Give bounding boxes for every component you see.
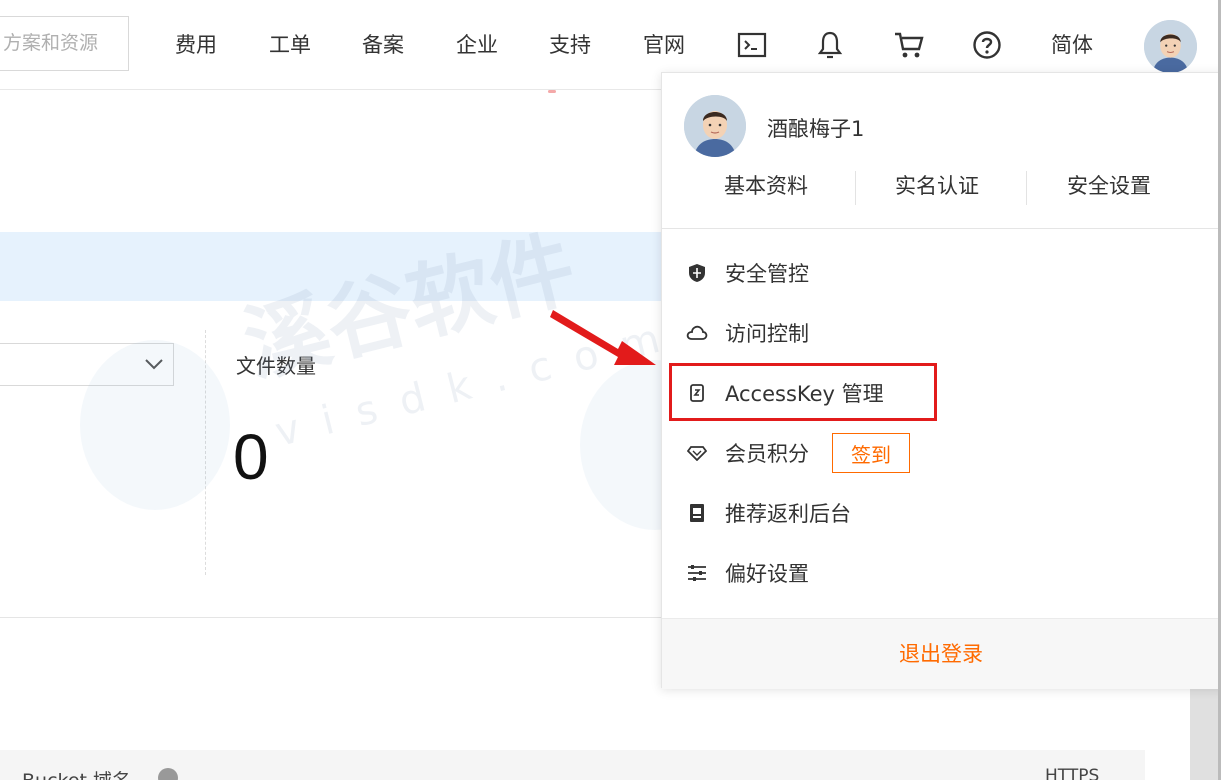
shield-icon [686, 262, 708, 284]
username: 酒酿梅子1 [767, 117, 865, 141]
watermark-logo [80, 340, 230, 510]
menu-item-label: 访问控制 [725, 322, 809, 346]
annotation-arrow [550, 310, 656, 365]
bucket-domain-header: Bucket 域名 [22, 766, 131, 780]
basic-info-link[interactable]: 基本资料 [724, 171, 808, 201]
account-links: 基本资料 实名认证 安全设置 [662, 171, 1221, 207]
security-settings-link[interactable]: 安全设置 [1067, 171, 1151, 201]
diamond-icon [686, 442, 708, 464]
cloud-icon [686, 322, 708, 344]
nav-item-enterprise[interactable]: 企业 [456, 30, 498, 60]
menu-item-security-control[interactable]: 安全管控 [686, 253, 1186, 293]
decorative-dot [548, 90, 556, 93]
real-name-verification-link[interactable]: 实名认证 [895, 171, 979, 201]
menu-item-label: 安全管控 [725, 262, 809, 286]
language-switch[interactable]: 简体 [1051, 30, 1093, 60]
user-avatar[interactable] [1144, 20, 1197, 73]
divider [662, 228, 1221, 229]
menu-item-label: 推荐返利后台 [725, 502, 851, 526]
cart-icon[interactable] [892, 28, 926, 62]
help-icon[interactable] [970, 28, 1004, 62]
file-count-value: 0 [233, 421, 269, 493]
info-banner [0, 232, 662, 301]
menu-item-member-points[interactable]: 会员积分 签到 [686, 433, 1186, 473]
https-header: HTTPS [1045, 766, 1100, 780]
scrollbar[interactable] [1190, 685, 1221, 780]
terminal-icon[interactable] [735, 28, 769, 62]
divider [1026, 171, 1027, 205]
bell-icon[interactable] [813, 28, 847, 62]
nav-item-billing[interactable]: 费用 [175, 30, 217, 60]
logout-button[interactable]: 退出登录 [662, 619, 1220, 690]
nav-item-official-site[interactable]: 官网 [643, 30, 685, 60]
sliders-icon [686, 562, 708, 584]
sign-in-button[interactable]: 签到 [832, 433, 910, 473]
dropdown-footer: 退出登录 [662, 618, 1221, 689]
highlight-box [669, 363, 937, 421]
nav-item-tickets[interactable]: 工单 [269, 30, 311, 60]
menu-item-label: 偏好设置 [725, 562, 809, 586]
divider [0, 617, 662, 618]
menu-item-referral-backend[interactable]: 推荐返利后台 [686, 493, 1186, 533]
nav-item-icp-filing[interactable]: 备案 [362, 30, 404, 60]
search-input[interactable]: 方案和资源 [0, 16, 129, 71]
document-icon [686, 502, 708, 524]
nav-item-support[interactable]: 支持 [549, 30, 591, 60]
file-count-label: 文件数量 [236, 354, 316, 378]
menu-item-label: 会员积分 [725, 442, 809, 466]
menu-item-access-control[interactable]: 访问控制 [686, 313, 1186, 353]
menu-item-preferences[interactable]: 偏好设置 [686, 553, 1186, 593]
divider [855, 171, 856, 205]
avatar [684, 95, 746, 157]
